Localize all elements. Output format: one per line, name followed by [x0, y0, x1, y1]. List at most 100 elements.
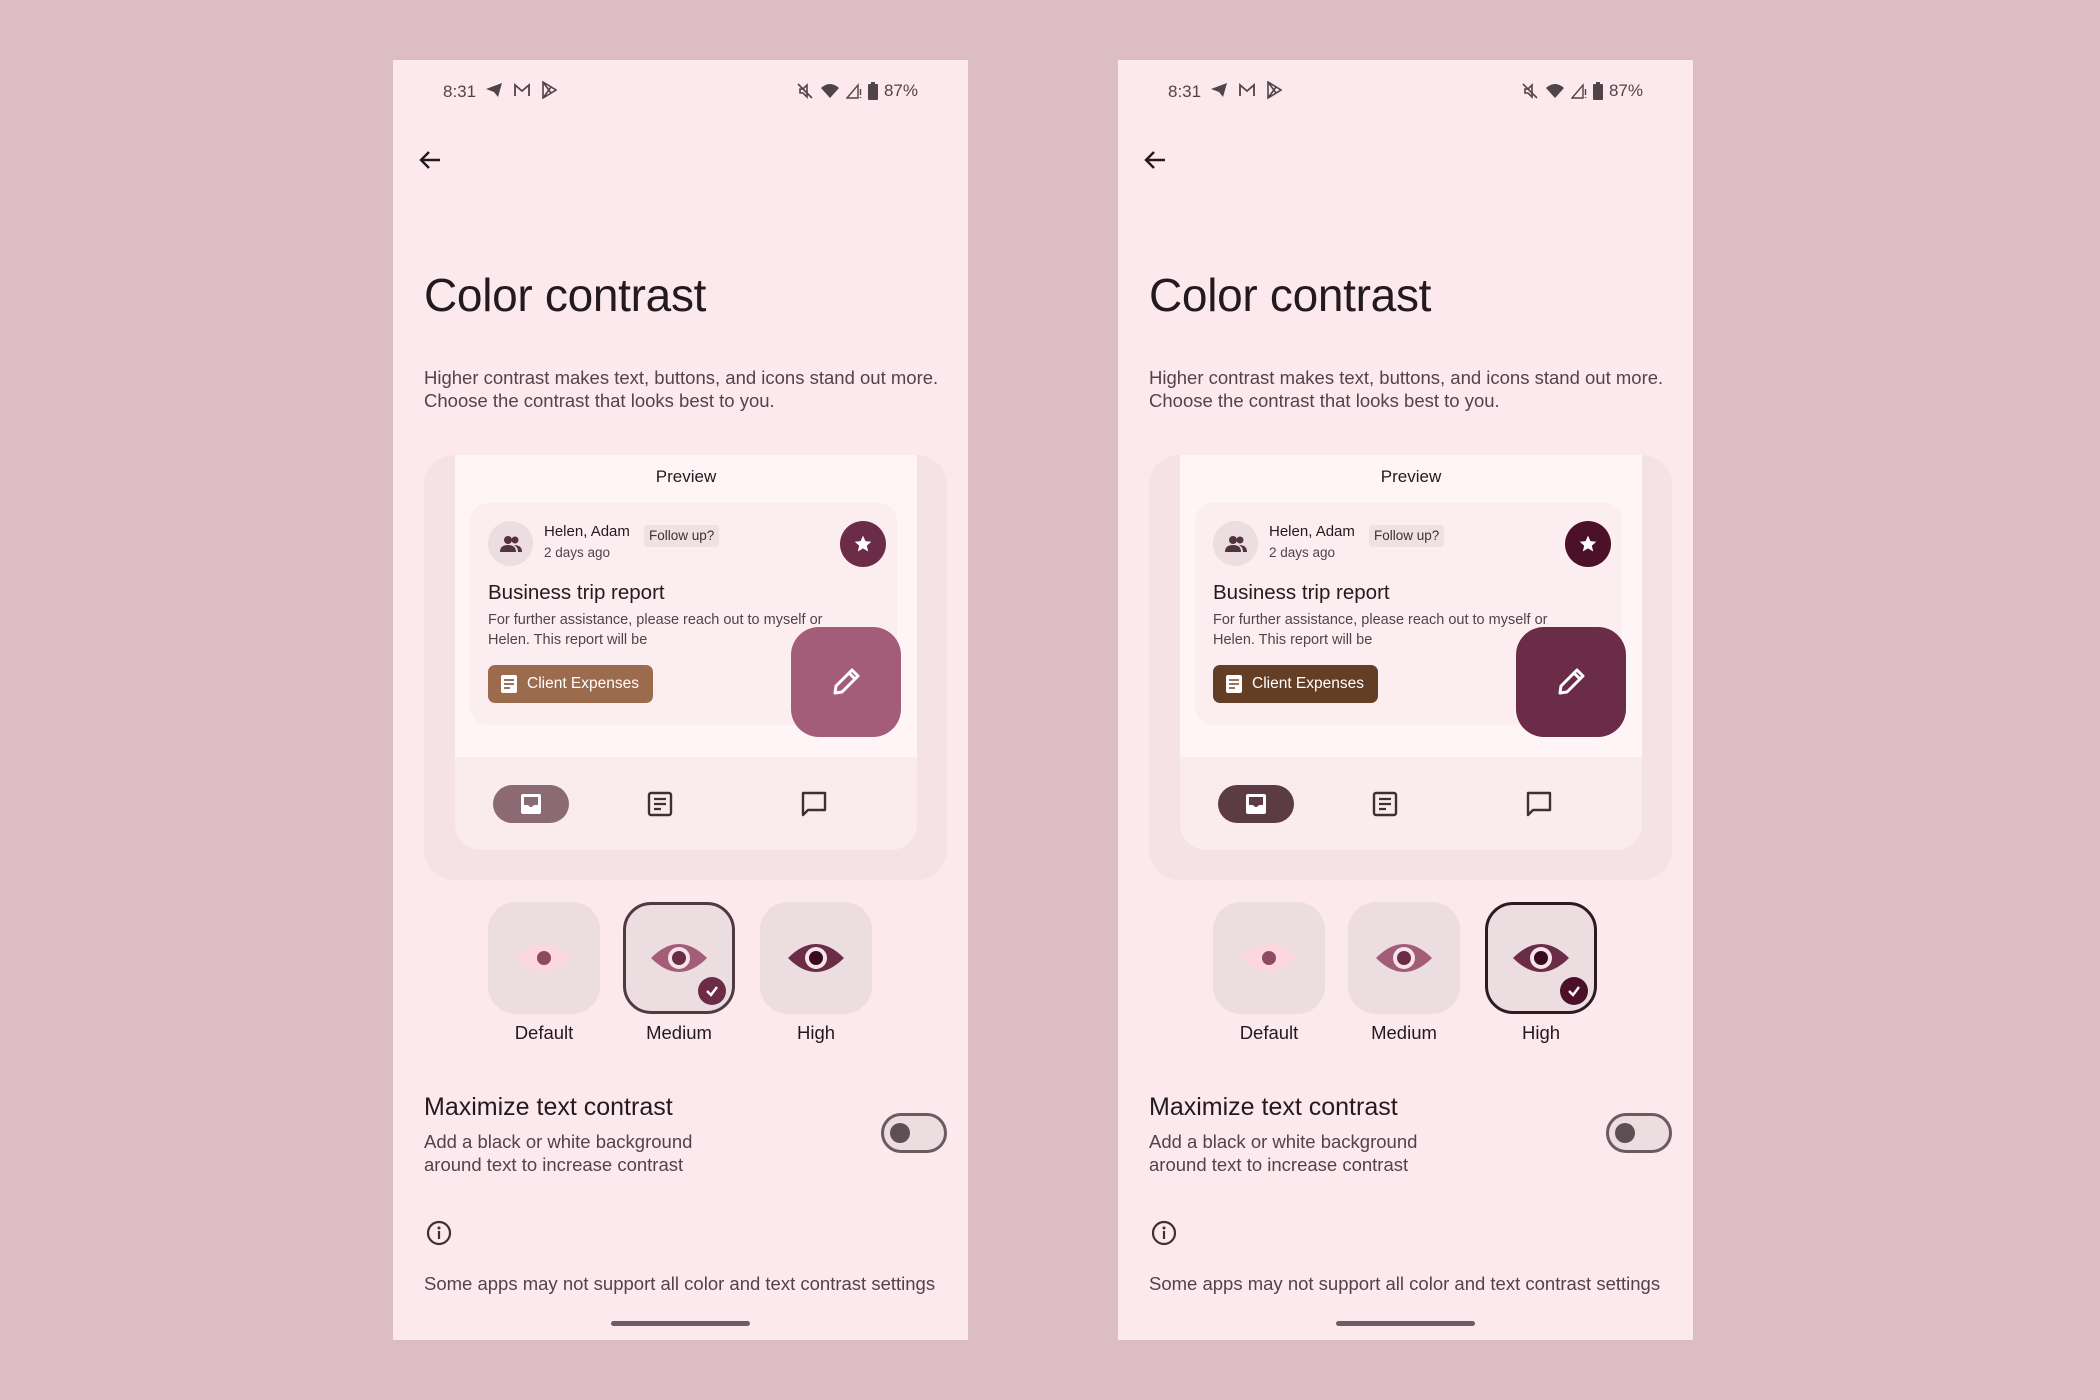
attachment-chip: Client Expenses — [1213, 665, 1378, 703]
back-arrow-icon[interactable] — [1140, 145, 1170, 175]
contrast-option-default[interactable] — [1213, 902, 1325, 1014]
signal-icon — [845, 83, 862, 99]
avatar — [1213, 521, 1258, 566]
contrast-option-high[interactable] — [760, 902, 872, 1014]
page-title: Color contrast — [424, 269, 707, 321]
preview-label: Preview — [655, 467, 717, 486]
article-icon — [1372, 791, 1398, 817]
avatar — [488, 521, 533, 566]
eye-low-icon — [516, 944, 572, 972]
option-label-default: Default — [514, 1022, 574, 1043]
email-body-line: Helen. This report will be — [1213, 632, 1373, 648]
maximize-contrast-title: Maximize text contrast — [424, 1093, 673, 1121]
page-description: Higher contrast makes text, buttons, and… — [1149, 367, 1664, 411]
nav-inbox-pill — [493, 785, 569, 823]
option-label-default: Default — [1239, 1022, 1299, 1043]
status-time: 8:31 — [1168, 82, 1202, 101]
telegram-icon — [1211, 83, 1227, 97]
eye-high-icon — [1513, 944, 1569, 972]
info-icon — [1151, 1220, 1177, 1246]
home-indicator[interactable] — [611, 1321, 750, 1326]
document-icon — [501, 675, 517, 693]
maximize-contrast-toggle[interactable] — [881, 1113, 947, 1153]
contrast-option-default[interactable] — [488, 902, 600, 1014]
email-subject: Business trip report — [1213, 581, 1390, 604]
eye-low-icon — [1241, 944, 1297, 972]
maximize-contrast-toggle[interactable] — [1606, 1113, 1672, 1153]
footer-note: Some apps may not support all color and … — [424, 1273, 936, 1294]
notification-icons — [485, 81, 557, 99]
wifi-icon — [1545, 84, 1564, 98]
maximize-contrast-title: Maximize text contrast — [1149, 1093, 1398, 1121]
people-icon — [499, 535, 522, 552]
email-body-line: For further assistance, please reach out… — [488, 612, 823, 628]
email-body-line: For further assistance, please reach out… — [1213, 612, 1548, 628]
inbox-icon — [521, 794, 541, 814]
contrast-option-medium[interactable] — [1348, 902, 1460, 1014]
inbox-icon — [1246, 794, 1266, 814]
option-label-high: High — [1521, 1022, 1561, 1043]
eye-high-icon — [788, 944, 844, 972]
eye-medium-icon — [1376, 944, 1432, 972]
email-time: 2 days ago — [1269, 545, 1336, 560]
gmail-icon — [1239, 83, 1255, 96]
eye-medium-icon — [651, 944, 707, 972]
mute-icon — [1522, 83, 1538, 99]
signal-icon — [1570, 83, 1587, 99]
contrast-option-high[interactable] — [1485, 902, 1597, 1014]
play-store-icon — [542, 81, 557, 99]
footer-note: Some apps may not support all color and … — [1149, 1273, 1661, 1294]
email-subject: Business trip report — [488, 581, 665, 604]
option-label-high: High — [796, 1022, 836, 1043]
home-indicator[interactable] — [1336, 1321, 1475, 1326]
status-right: 87% — [796, 81, 918, 101]
status-right: 87% — [1521, 81, 1643, 101]
play-store-icon — [1267, 81, 1282, 99]
notification-icons — [1210, 81, 1282, 99]
toggle-knob — [1615, 1123, 1635, 1143]
phone-screen-left: 8:31 87% Color contrast Higher contrast … — [393, 60, 968, 1340]
battery-percent: 87% — [1608, 81, 1643, 100]
chat-icon — [1526, 791, 1552, 817]
attachment-label: Client Expenses — [1252, 675, 1365, 692]
email-sender: Helen, Adam — [1269, 523, 1355, 540]
pencil-icon — [1558, 668, 1585, 695]
star-icon — [854, 535, 872, 552]
email-time: 2 days ago — [544, 545, 611, 560]
option-label-medium: Medium — [1371, 1022, 1437, 1043]
star-button — [840, 521, 886, 567]
compose-fab — [1516, 627, 1626, 737]
maximize-contrast-description: Add a black or white background around t… — [1149, 1131, 1418, 1175]
phone-screen-right: 8:31 87% Color contrast Higher contrast … — [1118, 60, 1693, 1340]
back-arrow-icon[interactable] — [415, 145, 445, 175]
star-button — [1565, 521, 1611, 567]
preview-label: Preview — [1380, 467, 1442, 486]
attachment-label: Client Expenses — [527, 675, 640, 692]
people-icon — [1224, 535, 1247, 552]
battery-percent: 87% — [883, 81, 918, 100]
page-title: Color contrast — [1149, 269, 1432, 321]
page-description: Higher contrast makes text, buttons, and… — [424, 367, 939, 411]
status-time: 8:31 — [443, 82, 477, 101]
attachment-chip: Client Expenses — [488, 665, 653, 703]
battery-icon — [867, 82, 878, 100]
chat-icon — [801, 791, 827, 817]
info-icon — [426, 1220, 452, 1246]
mute-icon — [797, 83, 813, 99]
follow-up-chip: Follow up? — [644, 525, 720, 547]
battery-icon — [1592, 82, 1603, 100]
selected-check-icon — [698, 977, 726, 1005]
option-label-medium: Medium — [646, 1022, 712, 1043]
compose-fab — [791, 627, 901, 737]
toggle-knob — [890, 1123, 910, 1143]
star-icon — [1579, 535, 1597, 552]
nav-inbox-pill — [1218, 785, 1294, 823]
document-icon — [1226, 675, 1242, 693]
email-sender: Helen, Adam — [544, 523, 630, 540]
contrast-option-medium[interactable] — [623, 902, 735, 1014]
wifi-icon — [820, 84, 839, 98]
email-body-line: Helen. This report will be — [488, 632, 648, 648]
selected-check-icon — [1560, 977, 1588, 1005]
maximize-contrast-description: Add a black or white background around t… — [424, 1131, 693, 1175]
telegram-icon — [486, 83, 502, 97]
